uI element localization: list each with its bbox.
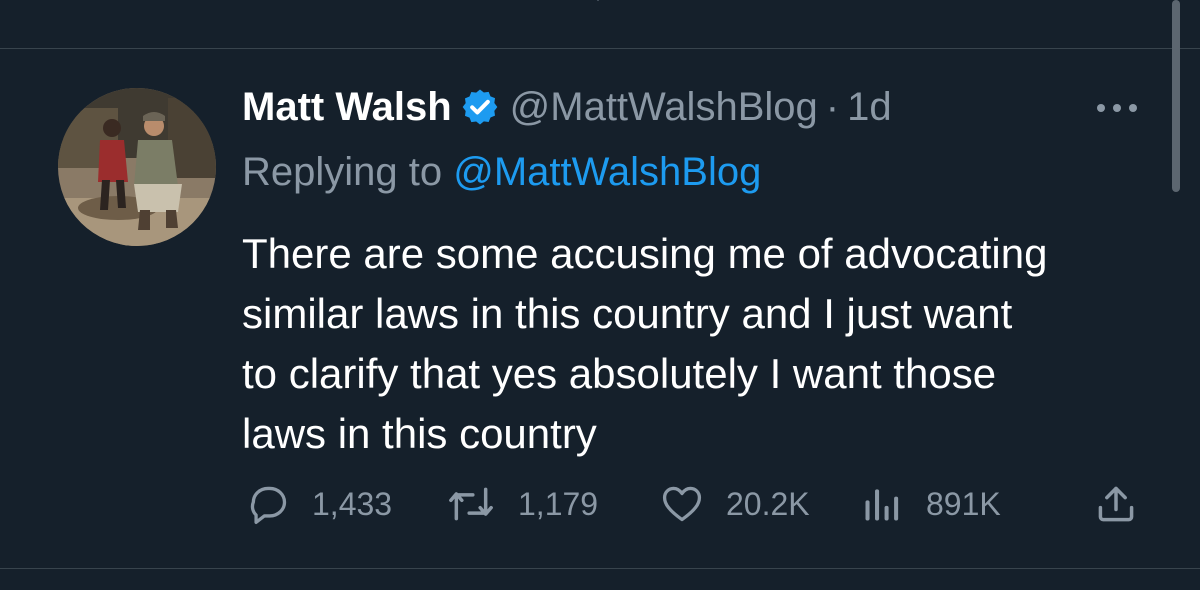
share-button[interactable] bbox=[1094, 480, 1138, 528]
replying-label: Replying to bbox=[242, 150, 443, 194]
retweet-icon bbox=[449, 487, 493, 521]
reply-icon[interactable] bbox=[152, 0, 192, 14]
tweet-text: There are some accusing me of advocating… bbox=[242, 224, 1142, 464]
tweet-header: Matt Walsh @MattWalshBlog · 1d bbox=[242, 80, 892, 134]
author-handle[interactable]: @MattWalshBlog bbox=[510, 85, 818, 130]
views-button[interactable]: 891K bbox=[860, 480, 1001, 528]
heart-icon[interactable] bbox=[578, 0, 618, 14]
retweet-icon[interactable] bbox=[362, 0, 402, 14]
verified-badge-icon bbox=[462, 89, 497, 125]
tweet-text-line: similar laws in this country and I just … bbox=[242, 290, 1013, 337]
retweet-button[interactable]: 1,179 bbox=[446, 480, 598, 528]
tweet-text-line: to clarify that yes absolutely I want th… bbox=[242, 350, 997, 397]
scrollbar[interactable] bbox=[1172, 0, 1180, 192]
retweet-count: 1,179 bbox=[518, 485, 599, 522]
tweet-text-line: There are some accusing me of advocating bbox=[242, 230, 1048, 277]
avatar[interactable] bbox=[58, 88, 216, 246]
previous-tweet-actions bbox=[0, 0, 1200, 22]
timestamp[interactable]: 1d bbox=[847, 85, 892, 130]
replying-handle-link[interactable]: @MattWalshBlog bbox=[453, 150, 761, 194]
replying-to: Replying to @MattWalshBlog bbox=[242, 150, 761, 195]
divider bbox=[0, 48, 1200, 49]
view-count: 891K bbox=[926, 485, 1001, 522]
author-name[interactable]: Matt Walsh bbox=[242, 85, 452, 130]
bookmark-icon[interactable] bbox=[794, 0, 834, 14]
like-button[interactable]: 20.2K bbox=[660, 480, 810, 528]
reply-count: 1,433 bbox=[312, 485, 393, 522]
share-icon bbox=[1098, 486, 1134, 522]
more-horizontal-icon[interactable] bbox=[1094, 98, 1140, 118]
reply-button[interactable]: 1,433 bbox=[246, 480, 392, 528]
reply-icon bbox=[250, 486, 287, 524]
tweet-text-line: laws in this country bbox=[242, 410, 597, 457]
divider bbox=[0, 568, 1200, 569]
analytics-icon bbox=[865, 489, 899, 521]
share-icon[interactable] bbox=[1010, 0, 1050, 14]
like-count: 20.2K bbox=[726, 485, 810, 522]
separator: · bbox=[825, 84, 840, 129]
heart-icon bbox=[662, 486, 702, 522]
